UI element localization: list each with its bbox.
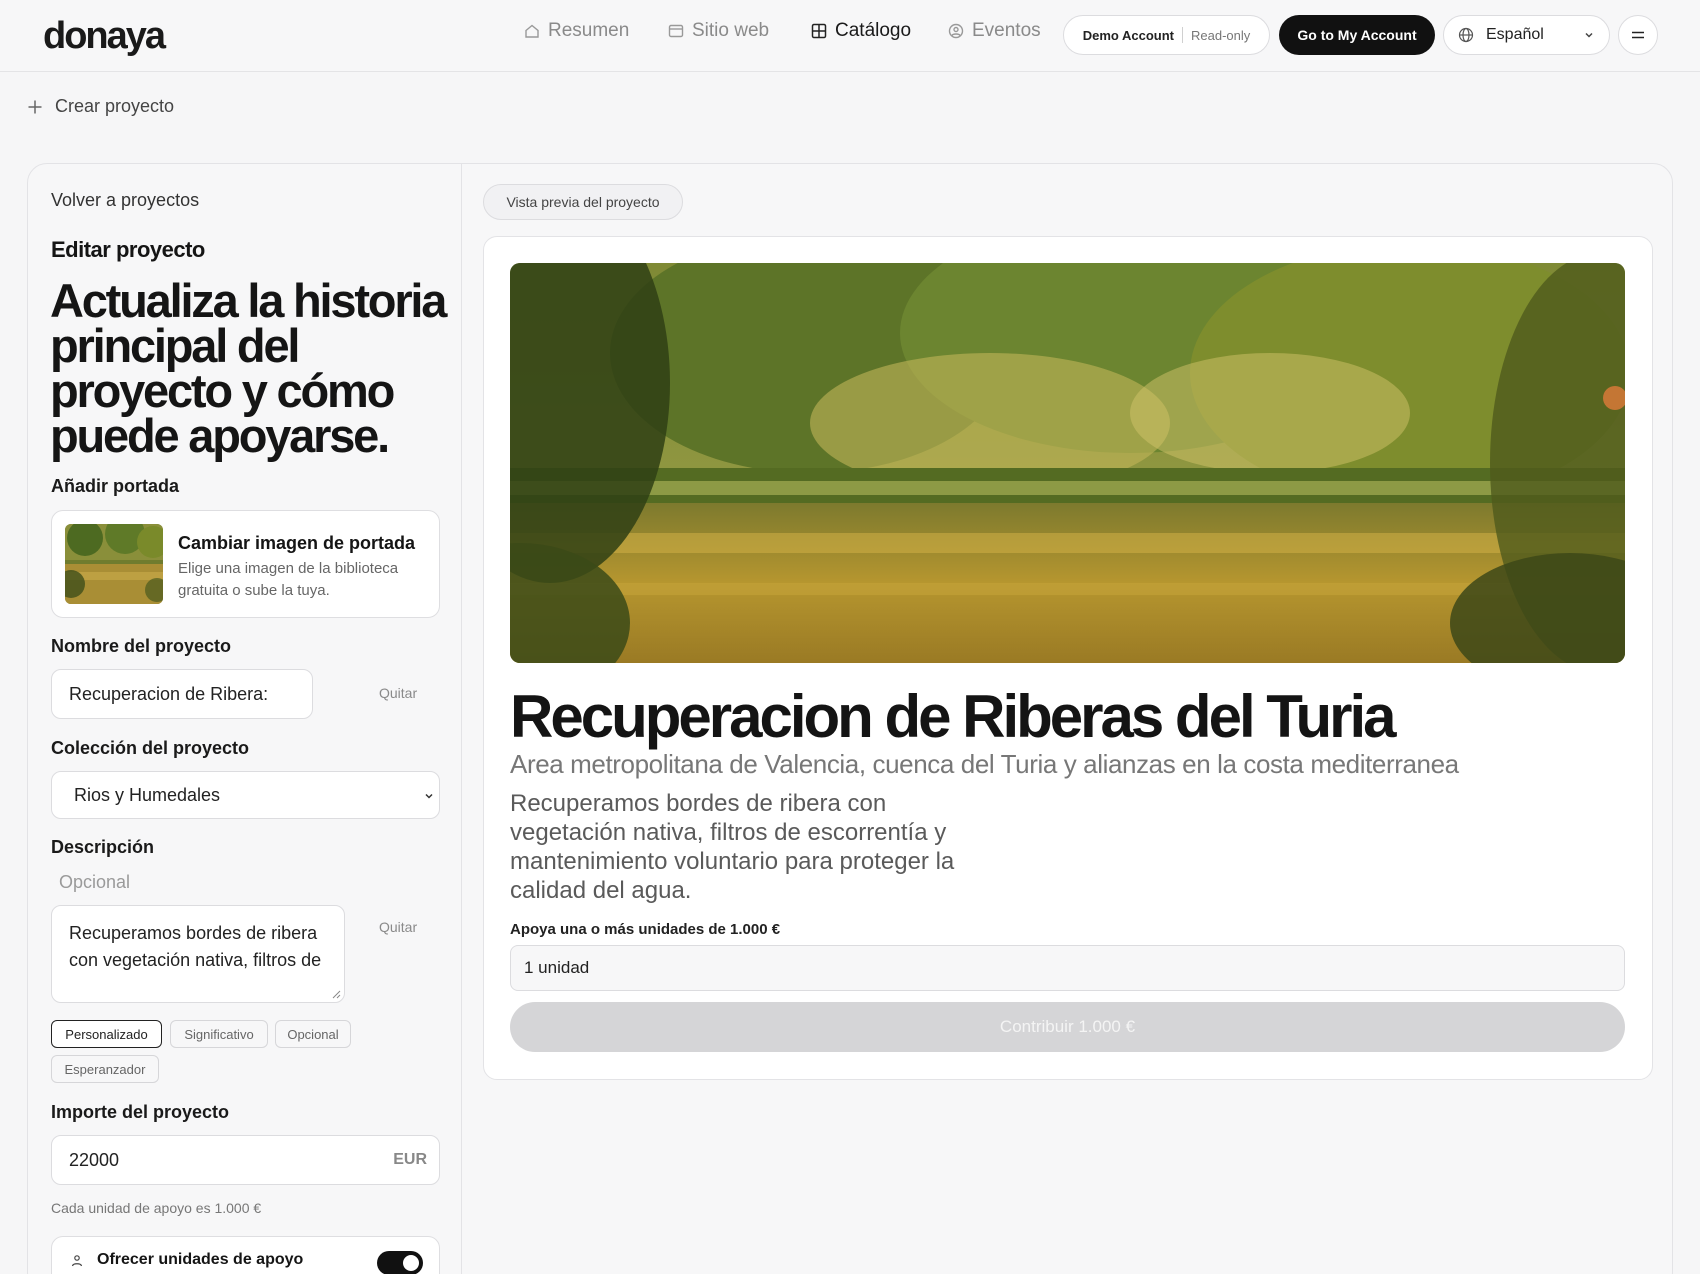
demo-account-label: Demo Account (1082, 27, 1174, 43)
globe-icon (1458, 27, 1474, 43)
language-value: Español (1486, 26, 1544, 43)
form-title: Editar proyecto (51, 237, 205, 262)
cover-thumbnail (65, 524, 163, 604)
description-label: Descripción (51, 837, 155, 857)
description-optional-hint: Opcional (59, 872, 131, 892)
collection-value: Rios y Humedales (74, 784, 221, 805)
nav-label: Resumen (548, 20, 630, 41)
hero-image (510, 263, 1625, 663)
nav-resumen[interactable]: Resumen (524, 20, 629, 42)
nav-catalogo[interactable]: Catálogo (811, 20, 911, 42)
nav-eventos[interactable]: Eventos (948, 20, 1041, 42)
browser-icon (668, 24, 684, 38)
amount-label: Importe del proyecto (51, 1102, 230, 1122)
tone-chip-opcional[interactable]: Opcional (275, 1020, 351, 1048)
remove-description-button[interactable]: Quitar (379, 919, 417, 935)
grid-icon (811, 23, 827, 39)
support-units-value: 1 unidad (524, 958, 590, 977)
project-name-label: Nombre del proyecto (51, 636, 232, 656)
divider (1181, 27, 1183, 43)
amount-input[interactable]: 22000 EUR (51, 1135, 440, 1185)
description-textarea[interactable]: Recuperamos bordes de ribera con vegetac… (51, 905, 345, 1003)
cover-card-description: Elige una imagen de la biblioteca gratui… (178, 560, 399, 599)
editor-container: Volver a proyectos Editar proyecto Actua… (27, 163, 1673, 1274)
chevron-down-icon (425, 793, 433, 799)
demo-account-badge[interactable]: Demo Account Read-only (1063, 15, 1270, 55)
support-units-label: Apoya una o más unidades de 1.000 € (510, 921, 781, 938)
unit-hint: Cada unidad de apoyo es 1.000 € (51, 1200, 262, 1216)
cover-label: Añadir portada (51, 476, 180, 496)
preview-project-subtitle: Area metropolitana de Valencia, cuenca d… (510, 749, 1459, 779)
offer-units-toggle[interactable] (377, 1251, 423, 1274)
remove-name-button[interactable]: Quitar (379, 685, 417, 701)
back-to-projects-link[interactable]: Volver a proyectos (51, 190, 199, 211)
project-name-value: Recuperacion de Ribera: (69, 683, 269, 704)
cover-card-title: Cambiar imagen de portada (178, 533, 416, 553)
people-icon (71, 1255, 83, 1267)
top-bar: donaya Resumen Sitio web Catálogo Evento… (0, 0, 1700, 72)
contribute-button[interactable]: Contribuir 1.000 € (510, 1002, 1625, 1052)
tone-chip-esperanzador[interactable]: Esperanzador (51, 1055, 159, 1083)
plus-icon (28, 100, 42, 113)
menu-icon (1632, 31, 1644, 39)
project-preview-tab[interactable]: Vista previa del proyecto (483, 184, 683, 220)
preview-project-description: Recuperamos bordes de ribera con vegetac… (510, 790, 955, 904)
project-preview-card: Recuperacion de Riberas del Turia Area m… (483, 236, 1653, 1080)
offer-units-card: Ofrecer unidades de apoyo (51, 1236, 440, 1274)
nav-label: Eventos (972, 20, 1041, 41)
nav-label: Catálogo (835, 20, 912, 41)
nav-label: Sitio web (692, 20, 770, 41)
tone-chip-significativo[interactable]: Significativo (170, 1020, 268, 1048)
go-to-account-button[interactable]: Go to My Account (1279, 15, 1435, 55)
edit-form-panel: Volver a proyectos Editar proyecto Actua… (28, 164, 462, 1274)
home-icon (525, 24, 539, 38)
create-project-button[interactable]: Crear proyecto (27, 96, 174, 117)
currency-label: EUR (393, 1151, 427, 1168)
project-name-input[interactable]: Recuperacion de Ribera: (51, 669, 313, 719)
offer-units-label: Ofrecer unidades de apoyo (97, 1251, 304, 1268)
collection-select[interactable]: Rios y Humedales (51, 771, 440, 819)
menu-button[interactable] (1618, 15, 1658, 55)
tone-chip-personalizado[interactable]: Personalizado (51, 1020, 162, 1048)
form-headline: Actualiza la historia principal del proy… (50, 274, 447, 462)
change-cover-card[interactable]: Cambiar imagen de portada Elige una imag… (51, 510, 440, 618)
app-logo[interactable]: donaya (43, 15, 166, 58)
collection-label: Colección del proyecto (51, 738, 250, 758)
resize-handle-icon[interactable] (332, 990, 341, 999)
language-select[interactable]: Español (1443, 15, 1610, 55)
create-project-label: Crear proyecto (55, 96, 175, 116)
description-value: Recuperamos bordes de ribera con vegetac… (69, 923, 322, 970)
amount-value: 22000 (69, 1149, 120, 1170)
chevron-down-icon (1585, 32, 1593, 38)
support-units-select[interactable]: 1 unidad (510, 945, 1625, 991)
preview-project-title: Recuperacion de Riberas del Turia (510, 683, 1397, 750)
user-circle-icon (948, 23, 964, 39)
read-only-label: Read-only (1190, 27, 1251, 43)
nav-sitio-web[interactable]: Sitio web (668, 20, 769, 42)
